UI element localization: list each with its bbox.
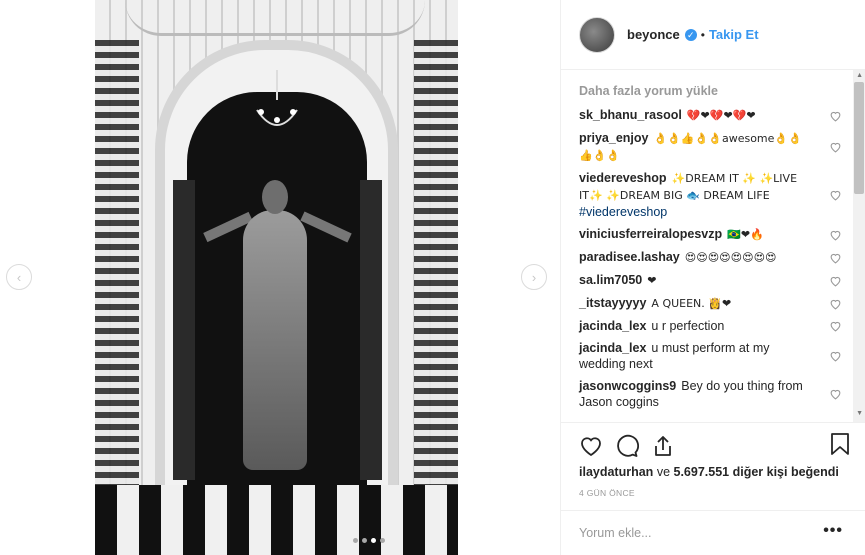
photo-panel-right bbox=[414, 40, 458, 510]
carousel-dot-active bbox=[371, 538, 376, 543]
comment-username[interactable]: sk_bhanu_rasool bbox=[579, 108, 682, 122]
carousel-dots bbox=[353, 538, 385, 543]
heart-icon[interactable] bbox=[829, 228, 842, 241]
comment-username[interactable]: priya_enjoy bbox=[579, 131, 648, 145]
comment-username[interactable]: viedereveshop bbox=[579, 171, 667, 185]
likes-suffix[interactable]: diğer kişi beğendi bbox=[733, 465, 839, 479]
likes-connector: ve bbox=[656, 465, 671, 479]
heart-icon[interactable] bbox=[829, 141, 842, 154]
bookmark-icon bbox=[831, 433, 849, 455]
chevron-left-icon: ‹ bbox=[16, 269, 22, 285]
post-header: beyonce ✓ • Takip Et bbox=[561, 0, 865, 70]
comment-item: sa.lim7050 ❤ bbox=[579, 272, 848, 289]
comment-username[interactable]: _itstayyyyy bbox=[579, 296, 646, 310]
comment-username[interactable]: viniciusferreiralopesvzp bbox=[579, 227, 722, 241]
comment-text: A QUEEN. 👸❤ bbox=[651, 297, 732, 310]
likes-user-link[interactable]: ilaydaturhan bbox=[579, 465, 653, 479]
add-comment-input[interactable] bbox=[579, 526, 799, 540]
heart-icon[interactable] bbox=[829, 388, 842, 401]
comment-item: viniciusferreiralopesvzp 🇧🇷❤🔥 bbox=[579, 226, 848, 243]
heart-icon[interactable] bbox=[829, 189, 842, 202]
carousel-dot bbox=[380, 538, 385, 543]
chevron-right-icon: › bbox=[531, 269, 537, 285]
heart-icon[interactable] bbox=[829, 350, 842, 363]
carousel-dot bbox=[353, 538, 358, 543]
post-timestamp[interactable]: 4 GÜN ÖNCE bbox=[579, 488, 635, 498]
comment-text: 🇧🇷❤🔥 bbox=[727, 228, 764, 241]
likes-summary: ilaydaturhan ve 5.697.551 diğer kişi beğ… bbox=[579, 465, 839, 479]
comment-item: priya_enjoy 👌👌👍👌👌awesome👌👌👍👌👌 bbox=[579, 130, 848, 164]
post-side-panel: beyonce ✓ • Takip Et Daha fazla yorum yü… bbox=[560, 0, 865, 555]
chandelier-shape bbox=[256, 70, 298, 126]
heart-icon[interactable] bbox=[829, 251, 842, 264]
more-options-button[interactable]: ••• bbox=[823, 522, 843, 540]
post-actions bbox=[561, 422, 865, 468]
comment-text: u r perfection bbox=[651, 319, 725, 333]
heart-icon[interactable] bbox=[829, 274, 842, 287]
scroll-down-icon[interactable]: ▼ bbox=[856, 410, 863, 417]
comment-button[interactable] bbox=[613, 432, 641, 460]
comment-username[interactable]: paradisee.lashay bbox=[579, 250, 680, 264]
share-icon bbox=[655, 435, 671, 456]
avatar[interactable] bbox=[579, 16, 615, 53]
photo-door-right bbox=[360, 180, 382, 480]
share-button[interactable] bbox=[649, 432, 677, 460]
comment-username[interactable]: jacinda_lex bbox=[579, 341, 646, 355]
header-separator: • bbox=[700, 27, 705, 42]
follow-button[interactable]: Takip Et bbox=[709, 27, 759, 42]
comment-item: sk_bhanu_rasool 💔❤💔❤💔❤ bbox=[579, 107, 848, 124]
heart-icon[interactable] bbox=[829, 320, 842, 333]
instagram-post-page: ‹ › beyonce ✓ • Takip Et Daha fazla yoru… bbox=[0, 0, 865, 555]
carousel-dot bbox=[362, 538, 367, 543]
comment-text: ❤ bbox=[647, 274, 657, 287]
comment-text: 💔❤💔❤💔❤ bbox=[686, 109, 756, 122]
comment-hashtag-link[interactable]: #viedereveshop bbox=[579, 205, 667, 219]
comment-text: 😍😍😍😍😍😍😍😍 bbox=[684, 251, 777, 264]
check-badge-icon: ✓ bbox=[684, 28, 697, 41]
figure-head bbox=[262, 180, 288, 214]
add-comment-bar bbox=[561, 510, 865, 555]
carousel-next-button[interactable]: › bbox=[521, 264, 547, 290]
post-username[interactable]: beyonce bbox=[627, 27, 680, 42]
heart-icon bbox=[581, 436, 601, 456]
carousel-prev-button[interactable]: ‹ bbox=[6, 264, 32, 290]
comment-item: jacinda_lex u must perform at my wedding … bbox=[579, 340, 848, 372]
photo-panel-left bbox=[95, 40, 139, 510]
comment-item: paradisee.lashay 😍😍😍😍😍😍😍😍 bbox=[579, 249, 848, 266]
post-photo[interactable] bbox=[95, 0, 458, 555]
photo-floor bbox=[95, 485, 458, 555]
comment-item: jasonwcoggins9 Bey do you thing from Jaso… bbox=[579, 378, 848, 410]
save-button[interactable] bbox=[829, 432, 851, 461]
heart-icon[interactable] bbox=[829, 109, 842, 122]
load-more-comments-link[interactable]: Daha fazla yorum yükle bbox=[579, 84, 848, 98]
comment-item: viedereveshop ✨DREAM IT ✨ ✨LIVE IT✨ ✨DREA… bbox=[579, 170, 848, 220]
comment-item: _itstayyyyy A QUEEN. 👸❤ bbox=[579, 295, 848, 312]
comment-item: jacinda_lex u r perfection bbox=[579, 318, 848, 334]
scroll-up-icon[interactable]: ▲ bbox=[856, 72, 863, 79]
comment-bubble-icon bbox=[617, 434, 639, 457]
comment-username[interactable]: jacinda_lex bbox=[579, 319, 646, 333]
photo-ornament bbox=[125, 0, 425, 36]
comments-list: Daha fazla yorum yükle sk_bhanu_rasool 💔❤… bbox=[561, 70, 865, 422]
figure-gown bbox=[243, 210, 307, 470]
comment-username[interactable]: jasonwcoggins9 bbox=[579, 379, 676, 393]
like-button[interactable] bbox=[577, 432, 605, 460]
photo-door-left bbox=[173, 180, 195, 480]
scrollbar-thumb[interactable] bbox=[854, 82, 864, 194]
comment-username[interactable]: sa.lim7050 bbox=[579, 273, 642, 287]
likes-count-link[interactable]: 5.697.551 bbox=[674, 465, 730, 479]
heart-icon[interactable] bbox=[829, 297, 842, 310]
